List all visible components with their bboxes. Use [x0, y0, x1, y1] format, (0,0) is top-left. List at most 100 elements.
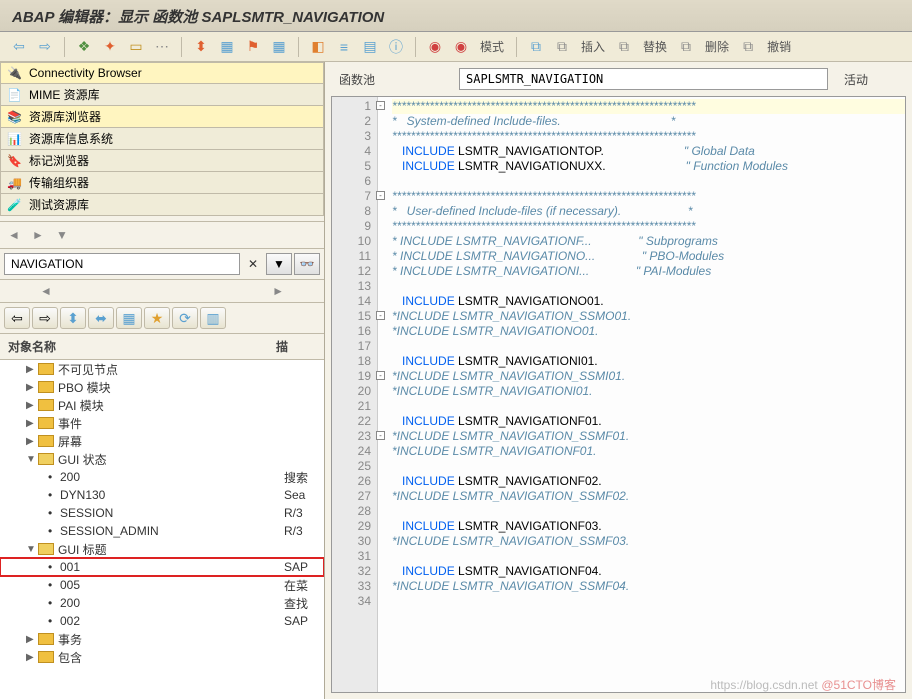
tree-leaf[interactable]: •DYN130Sea — [0, 486, 324, 504]
browser-item[interactable]: 🧪测试资源库 — [0, 194, 324, 216]
expand-icon[interactable]: ▼ — [26, 454, 38, 465]
object-name-input[interactable] — [459, 68, 828, 90]
t13-icon[interactable]: ⧉ — [737, 36, 759, 58]
code-line[interactable]: * INCLUDE LSMTR_NAVIGATIONF... " Subprog… — [392, 234, 905, 249]
pretty-icon[interactable]: ⬍ — [190, 36, 212, 58]
code-line[interactable]: * User-defined Include-files (if necessa… — [392, 204, 905, 219]
tree-leaf[interactable]: •002SAP — [0, 612, 324, 630]
tree-folder[interactable]: ▶PAI 模块 — [0, 396, 324, 414]
t4-icon[interactable]: ≡ — [333, 36, 355, 58]
mt1-icon[interactable]: ⇦ — [4, 307, 30, 329]
code-line[interactable]: *INCLUDE LSMTR_NAVIGATION_SSMF02. — [392, 489, 905, 504]
code-line[interactable]: * System-defined Include-files. * — [392, 114, 905, 129]
code-line[interactable] — [392, 459, 905, 474]
code-line[interactable] — [392, 174, 905, 189]
code-line[interactable]: ****************************************… — [392, 129, 905, 144]
tree-folder[interactable]: ▶事件 — [0, 414, 324, 432]
mt6-icon[interactable]: ★ — [144, 307, 170, 329]
code-line[interactable]: *INCLUDE LSMTR_NAVIGATION_SSMF04. — [392, 579, 905, 594]
browser-item[interactable]: 🔌Connectivity Browser — [0, 62, 324, 84]
tree-folder[interactable]: ▼GUI 状态 — [0, 450, 324, 468]
scroll-left-icon[interactable]: ◄ — [40, 284, 52, 298]
browser-item[interactable]: 📚资源库浏览器 — [0, 106, 324, 128]
mt7-icon[interactable]: ⟳ — [172, 307, 198, 329]
t8-icon[interactable]: ◉ — [450, 36, 472, 58]
object-tree[interactable]: ▶不可见节点▶PBO 模块▶PAI 模块▶事件▶屏幕▼GUI 状态•200搜索•… — [0, 360, 324, 699]
tree-leaf[interactable]: •SESSION_ADMINR/3 — [0, 522, 324, 540]
search-input[interactable] — [4, 253, 240, 275]
code-line[interactable]: INCLUDE LSMTR_NAVIGATIONF04. — [392, 564, 905, 579]
mt8-icon[interactable]: ▥ — [200, 307, 226, 329]
code-line[interactable]: *INCLUDE LSMTR_NAVIGATION_SSMF03. — [392, 534, 905, 549]
scroll-right-icon[interactable]: ► — [272, 284, 284, 298]
tree-folder[interactable]: ▶不可见节点 — [0, 360, 324, 378]
t7-icon[interactable]: ◉ — [424, 36, 446, 58]
activate-icon[interactable]: ✦ — [99, 36, 121, 58]
code-line[interactable] — [392, 549, 905, 564]
check-icon[interactable]: ❖ — [73, 36, 95, 58]
t10-icon[interactable]: ⧉ — [551, 36, 573, 58]
code-line[interactable]: * INCLUDE LSMTR_NAVIGATIONI... " PAI-Mod… — [392, 264, 905, 279]
fold-icon[interactable]: - — [376, 371, 385, 380]
code-line[interactable]: ****************************************… — [392, 219, 905, 234]
mt3-icon[interactable]: ⬍ — [60, 307, 86, 329]
code-line[interactable]: *INCLUDE LSMTR_NAVIGATIONO01. — [392, 324, 905, 339]
t12-icon[interactable]: ⧉ — [675, 36, 697, 58]
code-line[interactable]: ****************************************… — [392, 189, 905, 204]
browser-item[interactable]: 🚚传输组织器 — [0, 172, 324, 194]
expand-icon[interactable]: ▶ — [26, 364, 38, 375]
t6-icon[interactable]: ⓘ — [385, 36, 407, 58]
code-line[interactable]: *INCLUDE LSMTR_NAVIGATION_SSMF01. — [392, 429, 905, 444]
mt5-icon[interactable]: ▦ — [116, 307, 142, 329]
code-area[interactable]: ****************************************… — [378, 97, 905, 692]
expand-icon[interactable]: ▶ — [26, 436, 38, 447]
nav-next-icon[interactable]: ► — [28, 226, 48, 244]
nav-down-icon[interactable]: ▼ — [52, 226, 72, 244]
code-line[interactable]: INCLUDE LSMTR_NAVIGATIONUXX. " Function … — [392, 159, 905, 174]
code-line[interactable]: INCLUDE LSMTR_NAVIGATIONF03. — [392, 519, 905, 534]
code-line[interactable]: *INCLUDE LSMTR_NAVIGATIONF01. — [392, 444, 905, 459]
tool2-icon[interactable]: ▦ — [268, 36, 290, 58]
code-line[interactable] — [392, 339, 905, 354]
browser-item[interactable]: 🔖标记浏览器 — [0, 150, 324, 172]
forward-icon[interactable]: ⇨ — [34, 36, 56, 58]
tree-leaf[interactable]: •001SAP — [0, 558, 324, 576]
code-line[interactable]: * INCLUDE LSMTR_NAVIGATIONO... " PBO-Mod… — [392, 249, 905, 264]
code-line[interactable]: INCLUDE LSMTR_NAVIGATIONF01. — [392, 414, 905, 429]
code-line[interactable]: INCLUDE LSMTR_NAVIGATIONO01. — [392, 294, 905, 309]
code-line[interactable]: INCLUDE LSMTR_NAVIGATIONF02. — [392, 474, 905, 489]
expand-icon[interactable]: ▼ — [26, 544, 38, 555]
other-icon[interactable]: ⋯ — [151, 36, 173, 58]
code-line[interactable] — [392, 504, 905, 519]
expand-icon[interactable]: ▶ — [26, 652, 38, 663]
code-line[interactable]: INCLUDE LSMTR_NAVIGATIONTOP. " Global Da… — [392, 144, 905, 159]
code-line[interactable]: ****************************************… — [392, 99, 905, 114]
tree-folder[interactable]: ▶PBO 模块 — [0, 378, 324, 396]
fold-icon[interactable]: - — [376, 311, 385, 320]
code-line[interactable] — [392, 399, 905, 414]
tree-folder[interactable]: ▶包含 — [0, 648, 324, 666]
code-line[interactable]: *INCLUDE LSMTR_NAVIGATIONI01. — [392, 384, 905, 399]
tree-folder[interactable]: ▼GUI 标题 — [0, 540, 324, 558]
code-editor[interactable]: 1-234567-89101112131415-16171819-2021222… — [331, 96, 906, 693]
expand-icon[interactable]: ▶ — [26, 382, 38, 393]
new-icon[interactable]: ▭ — [125, 36, 147, 58]
nav-prev-icon[interactable]: ◄ — [4, 226, 24, 244]
fold-icon[interactable]: - — [376, 101, 385, 110]
tree-folder[interactable]: ▶事务 — [0, 630, 324, 648]
code-line[interactable]: *INCLUDE LSMTR_NAVIGATION_SSMI01. — [392, 369, 905, 384]
code-line[interactable] — [392, 279, 905, 294]
tree-leaf[interactable]: •005在菜 — [0, 576, 324, 594]
browser-item[interactable]: 📄MIME 资源库 — [0, 84, 324, 106]
fold-icon[interactable]: - — [376, 191, 385, 200]
tree-folder[interactable]: ▶屏幕 — [0, 432, 324, 450]
tree-leaf[interactable]: •200搜索 — [0, 468, 324, 486]
search-dropdown[interactable]: ▼ — [266, 253, 292, 275]
expand-icon[interactable]: ▶ — [26, 418, 38, 429]
code-line[interactable]: INCLUDE LSMTR_NAVIGATIONI01. — [392, 354, 905, 369]
tree-leaf[interactable]: •200查找 — [0, 594, 324, 612]
mt2-icon[interactable]: ⇨ — [32, 307, 58, 329]
tool-icon[interactable]: ⚑ — [242, 36, 264, 58]
tree-leaf[interactable]: •SESSIONR/3 — [0, 504, 324, 522]
back-icon[interactable]: ⇦ — [8, 36, 30, 58]
